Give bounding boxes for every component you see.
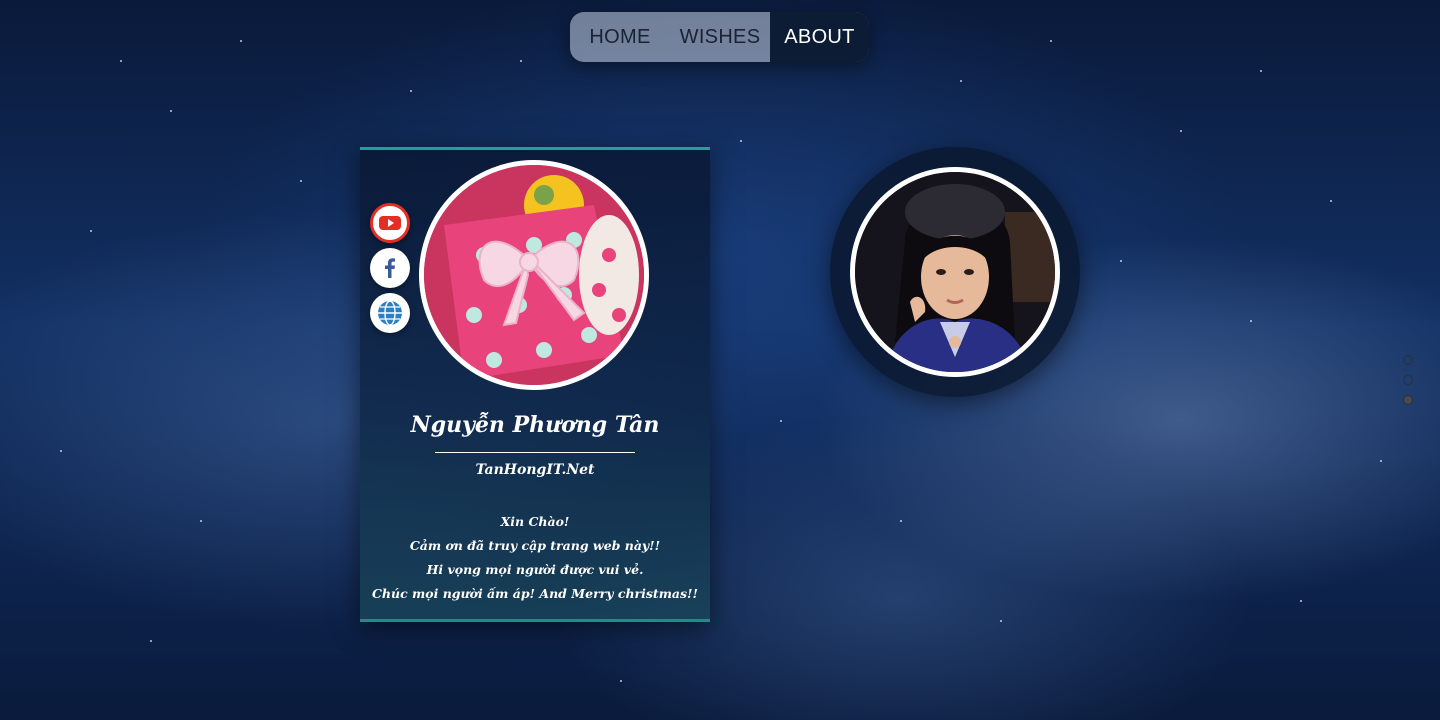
slide-dot-1[interactable]	[1403, 355, 1413, 365]
profile-name: Nguyễn Phương Tân	[410, 412, 660, 438]
portrait-photo	[850, 167, 1060, 377]
nav-about-link[interactable]: ABOUT	[770, 12, 869, 62]
slide-pagination	[1403, 355, 1415, 415]
youtube-icon	[379, 216, 401, 230]
message-line: Chúc mọi người ấm áp! And Merry christma…	[371, 586, 699, 601]
message-line: Xin Chào!	[500, 514, 570, 529]
globe-icon	[378, 300, 402, 326]
message-line: Cảm ơn đã truy cập trang web này!!	[409, 538, 661, 553]
top-navigation: HOME WISHES ABOUT	[570, 12, 869, 62]
portrait-illustration	[855, 172, 1055, 372]
profile-website: TanHongIT.Net	[475, 462, 595, 478]
profile-avatar-image	[419, 160, 649, 390]
gift-box-illustration	[424, 165, 644, 385]
website-link[interactable]	[370, 293, 410, 333]
nav-home-link[interactable]: HOME	[570, 12, 670, 62]
facebook-icon	[385, 258, 395, 278]
welcome-message: Xin Chào! Cảm ơn đã truy cập trang web n…	[360, 510, 710, 606]
name-divider	[435, 452, 635, 453]
facebook-link[interactable]	[370, 248, 410, 288]
nav-wishes-link[interactable]: WISHES	[670, 12, 770, 62]
youtube-link[interactable]	[370, 203, 410, 243]
starfield-background	[0, 0, 1440, 720]
slide-dot-2[interactable]	[1403, 375, 1413, 385]
slide-dot-3[interactable]	[1403, 395, 1413, 405]
message-line: Hi vọng mọi người được vui vẻ.	[426, 562, 644, 577]
portrait-frame	[830, 147, 1080, 397]
profile-card: Nguyễn Phương Tân TanHongIT.Net Xin Chào…	[360, 147, 710, 622]
